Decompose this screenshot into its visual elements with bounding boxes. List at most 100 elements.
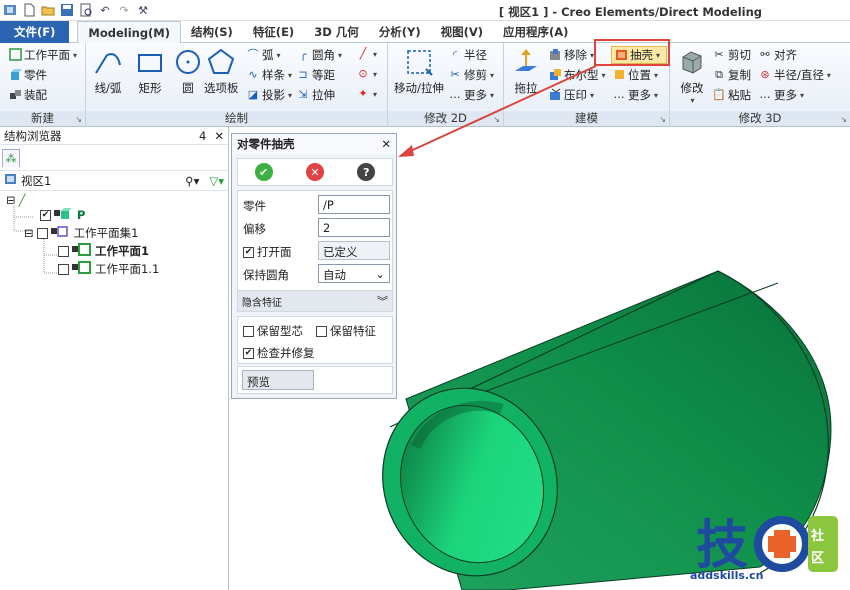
arc-button[interactable]: ⌒ 弧 ▾ [246,47,281,63]
visibility-checkbox[interactable] [58,245,69,257]
visibility-checkbox[interactable] [58,263,69,275]
tab-view[interactable]: 视图(V) [431,21,493,43]
pull-button[interactable]: 拖拉 [510,46,542,96]
structure-tree: ⊟ ╱ ✔ P ⊟ 工作平面集1 工作平面1 工作平面1.1 [0,191,228,276]
ok-icon[interactable]: ✔ [254,163,273,181]
tab-applications[interactable]: 应用程序(A) [493,21,578,43]
keep-features-row[interactable]: 保留特征 [316,323,376,339]
dialog-launcher-icon[interactable]: ↘ [75,115,82,124]
expand-chevron-icon[interactable]: ︾ [377,293,388,309]
tab-analysis[interactable]: 分析(Y) [369,21,431,43]
tab-structure[interactable]: 结构(S) [181,21,243,43]
line-dropdown[interactable]: ╱ ▾ [356,47,377,61]
line-arc-button[interactable]: 线/弧 [92,46,124,96]
remove-button[interactable]: 移除 ▾ [548,47,594,63]
preview-section: 预览 [237,366,393,394]
group-draw-label: 绘制 [86,111,387,126]
app-icon[interactable] [2,2,18,18]
pin-icon[interactable]: 4 [199,129,206,143]
keep-fillet-select[interactable]: 自动 ⌄ [318,264,390,283]
copy-button[interactable]: ⧉ 复制 [712,67,751,83]
radius-diameter-button[interactable]: ⊛ 半径/直径 ▾ [758,67,831,83]
preview-button[interactable]: 预览 [242,370,314,390]
circle-button[interactable]: 圆 [172,46,204,96]
spline-button[interactable]: ∿ 样条 ▾ [246,67,292,83]
binoculars-icon[interactable]: ⚲▾ [185,174,199,188]
part-icon [54,207,74,223]
check-repair-row[interactable]: ✔ 检查并修复 [243,345,315,361]
palette-button[interactable]: 选项板 [204,46,239,96]
keep-core-checkbox[interactable] [243,325,254,337]
cancel-icon[interactable]: ✕ [305,163,324,181]
undo-icon[interactable]: ↶ [97,2,113,18]
radius-button[interactable]: ◜ 半径 [448,47,487,63]
part-field[interactable]: /P [318,195,390,214]
check-repair-checkbox[interactable]: ✔ [243,347,254,359]
open-icon[interactable] [40,2,56,18]
trim-button[interactable]: ✂ 修剪 ▾ [448,67,494,83]
visibility-checkbox[interactable]: ✔ [40,209,51,221]
radius-diameter-icon: ⊛ [760,68,770,81]
boolean-button[interactable]: 布尔型 ▾ [548,67,606,83]
offset-button[interactable]: ⊐ 等距 [296,67,335,83]
help-icon[interactable]: ? [357,163,376,181]
tab-3d-geometry[interactable]: 3D 几何 [304,21,369,43]
customize-icon[interactable]: ⚒ [135,2,151,18]
cut-button[interactable]: ✂ 剪切 [712,47,751,63]
save-icon[interactable] [59,2,75,18]
open-face-checkbox-row[interactable]: ✔ 打开面 [243,244,292,260]
tab-file[interactable]: 文件(F) [0,21,70,43]
position-icon [612,68,626,82]
paste-button[interactable]: 📋 粘贴 [712,87,751,103]
point-dropdown[interactable]: ⊙ ▾ [356,67,377,81]
rectangle-button[interactable]: 矩形 [134,46,166,96]
open-face-checkbox[interactable]: ✔ [243,246,254,258]
more-dots-icon: … [759,88,771,101]
tree-tab-icon[interactable]: ⁂ [2,149,20,167]
more-3d-button[interactable]: … 更多 ▾ [758,87,805,103]
position-button[interactable]: 位置 ▾ [612,67,658,83]
offset-field[interactable]: 2 [318,218,390,237]
dialog-launcher-icon[interactable]: ↘ [659,115,666,124]
move-stretch-button[interactable]: 移动/拉伸 [394,46,444,96]
construct-dropdown[interactable]: ✦ ▾ [356,87,377,101]
more-2d-button[interactable]: … 更多 ▾ [448,87,495,103]
svg-text:区: 区 [811,551,824,566]
print-preview-icon[interactable] [78,2,94,18]
modify-button[interactable]: 修改 ▾ [676,46,708,105]
tree-item-workplane-1[interactable]: 工作平面1 [58,243,149,259]
tab-feature[interactable]: 特征(E) [243,21,304,43]
tree-item-part-p[interactable]: ✔ P [40,207,85,223]
align-button[interactable]: ⚯ 对齐 [758,47,797,63]
view-label[interactable]: 视区1 [21,173,51,189]
tree-item-workplane-set[interactable]: ⊟ 工作平面集1 [24,225,138,241]
tree-item-workplane-1-1[interactable]: 工作平面1.1 [58,261,159,277]
copy-label: 复制 [728,68,751,82]
imprint-button[interactable]: 压印 ▾ [548,87,594,103]
more-build-button[interactable]: … 更多 ▾ [612,87,659,103]
close-icon[interactable]: ✕ [381,137,391,151]
fillet-button[interactable]: ╭ 圆角 ▾ [296,47,342,63]
part-button[interactable]: 零件 [8,67,47,83]
assembly-button[interactable]: 装配 [8,87,47,103]
watermark-main-glyph: 技 [696,516,748,576]
ribbon: 工作平面 ▾ 零件 装配 新建 ↘ 线/弧 矩形 圆 选项板 ⌒ 弧 ▾ ∿ 样… [0,43,850,127]
filter-icon[interactable]: ▽▾ [209,174,224,188]
visibility-checkbox[interactable] [36,227,48,239]
open-face-label: 打开面 [257,245,292,259]
keep-features-checkbox[interactable] [316,325,327,337]
new-icon[interactable] [21,2,37,18]
stretch-button[interactable]: ⇲ 拉伸 [296,87,335,103]
collapse-icon[interactable]: ⊟ [24,226,34,240]
dialog-launcher-icon[interactable]: ↘ [840,115,847,124]
close-icon[interactable]: ✕ [214,129,224,143]
check-repair-label: 检查并修复 [257,346,315,360]
redo-icon[interactable]: ↷ [116,2,132,18]
dialog-launcher-icon[interactable]: ↘ [493,115,500,124]
keep-core-row[interactable]: 保留型芯 [243,323,303,339]
tab-modeling[interactable]: Modeling(M) [77,21,182,44]
hidden-features-section[interactable]: 隐含特征 ︾ [237,290,393,312]
workplane-button[interactable]: 工作平面 ▾ [8,47,77,63]
project-button[interactable]: ◪ 投影 ▾ [246,87,292,103]
open-face-field[interactable]: 已定义 [318,241,390,260]
